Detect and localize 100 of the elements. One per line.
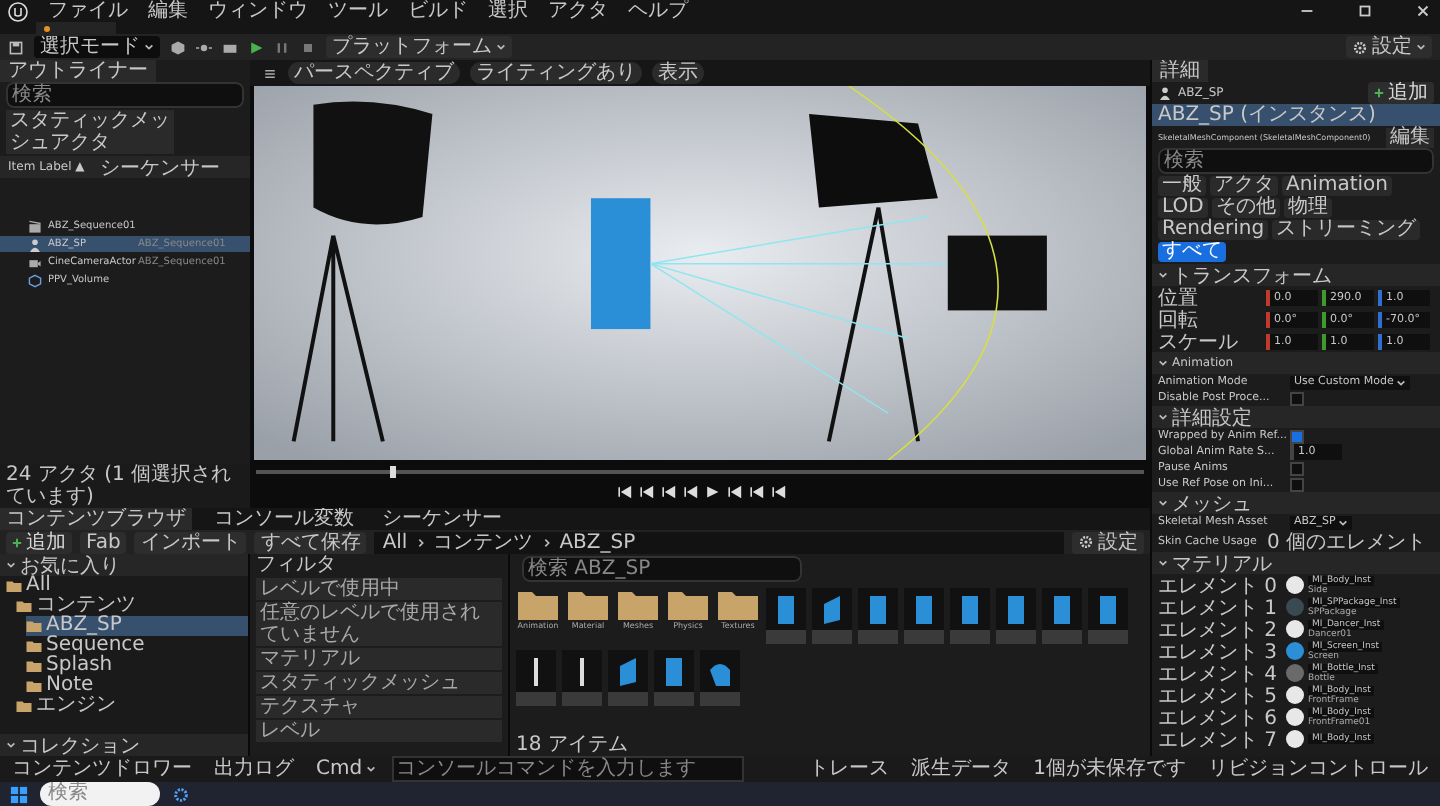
status-button[interactable]: 出力ログ bbox=[208, 758, 300, 780]
section-header[interactable]: 詳細設定 bbox=[1152, 406, 1440, 428]
section-header[interactable]: トランスフォーム bbox=[1152, 264, 1440, 286]
folder-icon[interactable] bbox=[718, 588, 758, 620]
skip-icon[interactable] bbox=[659, 483, 675, 499]
details-tab[interactable]: 詳細 bbox=[1152, 60, 1208, 82]
folder-tree-item[interactable]: エンジン bbox=[16, 696, 248, 716]
asset-thumbnail[interactable] bbox=[700, 650, 740, 706]
filter-tab[interactable]: 一般 bbox=[1158, 176, 1206, 196]
filter-tab[interactable]: すべて bbox=[1158, 242, 1226, 262]
timeline-track[interactable] bbox=[256, 469, 1144, 473]
folder-icon[interactable] bbox=[518, 588, 558, 620]
outliner-tab[interactable]: アウトライナー bbox=[0, 60, 156, 82]
filter-item[interactable]: テクスチャ bbox=[256, 696, 502, 718]
menu-item[interactable]: 編集 bbox=[148, 0, 188, 22]
fab-button[interactable]: Fab bbox=[80, 531, 127, 553]
menu-item[interactable]: ファイル bbox=[48, 0, 128, 22]
asset-thumbnail[interactable] bbox=[766, 588, 806, 644]
menu-item[interactable]: 選択 bbox=[488, 0, 528, 22]
filter-tab[interactable]: ストリーミング bbox=[1272, 220, 1421, 240]
folder-tree-item[interactable]: Splash bbox=[26, 656, 248, 676]
menu-item[interactable]: ビルド bbox=[408, 0, 468, 22]
add-button[interactable]: 追加 bbox=[6, 531, 72, 553]
filter-tab[interactable]: Rendering bbox=[1158, 220, 1269, 240]
taskbar-search-field[interactable]: 検索 bbox=[40, 782, 160, 806]
asset-thumbnail[interactable] bbox=[654, 650, 694, 706]
import-button[interactable]: インポート bbox=[134, 531, 247, 553]
panel-tab[interactable]: コンテンツブラウザ bbox=[0, 508, 192, 530]
asset-thumbnail[interactable] bbox=[812, 588, 852, 644]
section-header[interactable]: お気に入り bbox=[0, 554, 248, 576]
gear-icon[interactable] bbox=[172, 785, 190, 803]
save-all-button[interactable]: すべて保存 bbox=[254, 531, 367, 553]
folder-tree-item[interactable]: Sequence bbox=[26, 636, 248, 656]
settings-button[interactable]: 設定 bbox=[1346, 36, 1432, 58]
menu-item[interactable]: ツール bbox=[328, 0, 388, 22]
level-tab[interactable] bbox=[36, 22, 116, 34]
maximize-icon[interactable] bbox=[1356, 2, 1374, 20]
status-button[interactable]: トレース bbox=[803, 758, 896, 780]
folder-tree-item[interactable]: ABZ_SP bbox=[26, 616, 248, 636]
filter-item[interactable]: スタティックメッシュ bbox=[256, 672, 502, 694]
component-row[interactable]: ABZ_SP (インスタンス) bbox=[1152, 104, 1440, 126]
menu-item[interactable]: アクタ bbox=[548, 0, 608, 22]
windows-start-icon[interactable] bbox=[10, 785, 28, 803]
add-button[interactable]: 追加 bbox=[1368, 82, 1434, 104]
stop-icon[interactable] bbox=[300, 39, 316, 55]
search-field[interactable]: 検索 bbox=[6, 82, 244, 108]
skip-icon[interactable] bbox=[747, 483, 763, 499]
pause-icon[interactable] bbox=[274, 39, 290, 55]
breadcrumb[interactable]: ABZ_SP bbox=[559, 531, 636, 553]
cube-icon[interactable] bbox=[170, 39, 186, 55]
asset-thumbnail[interactable] bbox=[904, 588, 944, 644]
checkbox[interactable] bbox=[1290, 461, 1304, 475]
checkbox[interactable] bbox=[1290, 391, 1304, 405]
asset-thumbnail[interactable] bbox=[516, 650, 556, 706]
skip-icon[interactable] bbox=[681, 483, 697, 499]
breadcrumb[interactable]: コンテンツ bbox=[433, 531, 534, 553]
skip-icon[interactable] bbox=[769, 483, 785, 499]
section-header[interactable]: メッシュ bbox=[1152, 492, 1440, 514]
filter-tab[interactable]: アクタ bbox=[1210, 176, 1278, 196]
menu-icon[interactable] bbox=[262, 65, 278, 81]
filter-tab[interactable]: LOD bbox=[1158, 198, 1208, 218]
folder-icon[interactable] bbox=[568, 588, 608, 620]
filter-chip[interactable]: スタティックメッシュアクタ bbox=[6, 110, 174, 154]
breadcrumb[interactable]: All bbox=[382, 531, 408, 553]
filter-item[interactable]: マテリアル bbox=[256, 648, 502, 670]
skip-icon[interactable] bbox=[637, 483, 653, 499]
checkbox[interactable] bbox=[1290, 429, 1304, 443]
filter-item[interactable]: レベルで使用中 bbox=[256, 578, 502, 600]
filter-tab[interactable]: その他 bbox=[1211, 198, 1280, 218]
menu-item[interactable]: ウィンドウ bbox=[208, 0, 308, 22]
cmd-dropdown[interactable]: Cmd bbox=[310, 758, 383, 780]
section-header[interactable]: マテリアル bbox=[1152, 552, 1440, 574]
checkbox[interactable] bbox=[1290, 477, 1304, 491]
asset-thumbnail[interactable] bbox=[950, 588, 990, 644]
folder-tree-item[interactable]: Note bbox=[26, 676, 248, 696]
asset-thumbnail[interactable] bbox=[1042, 588, 1082, 644]
asset-thumbnail[interactable] bbox=[996, 588, 1036, 644]
playhead-handle[interactable] bbox=[389, 465, 396, 477]
status-button[interactable]: リビジョンコントロール bbox=[1202, 758, 1434, 780]
skip-icon[interactable] bbox=[725, 483, 741, 499]
filter-item[interactable]: 任意のレベルで使用されていません bbox=[256, 602, 502, 646]
folder-tree-item[interactable]: All bbox=[6, 576, 248, 596]
asset-thumbnail[interactable] bbox=[562, 650, 602, 706]
asset-thumbnail[interactable] bbox=[858, 588, 898, 644]
snap-icon[interactable] bbox=[196, 39, 212, 55]
viewport-button[interactable]: 表示 bbox=[652, 62, 704, 84]
folder-icon[interactable] bbox=[668, 588, 708, 620]
filter-tab[interactable]: Animation bbox=[1282, 176, 1392, 196]
panel-tab[interactable]: シーケンサー bbox=[376, 508, 508, 530]
asset-thumbnail[interactable] bbox=[608, 650, 648, 706]
search-field[interactable]: 検索 ABZ_SP bbox=[522, 556, 802, 582]
filter-item[interactable]: レベル bbox=[256, 720, 502, 742]
status-button[interactable]: 1個が未保存です bbox=[1027, 758, 1192, 780]
save-icon[interactable] bbox=[8, 39, 24, 55]
mode-dropdown[interactable]: 選択モード bbox=[34, 36, 160, 58]
folder-tree-item[interactable]: コンテンツ bbox=[16, 596, 248, 616]
skip-icon[interactable] bbox=[615, 483, 631, 499]
folder-icon[interactable] bbox=[618, 588, 658, 620]
filter-tab[interactable]: 物理 bbox=[1283, 198, 1332, 218]
platform-button[interactable]: プラットフォーム bbox=[326, 36, 512, 58]
